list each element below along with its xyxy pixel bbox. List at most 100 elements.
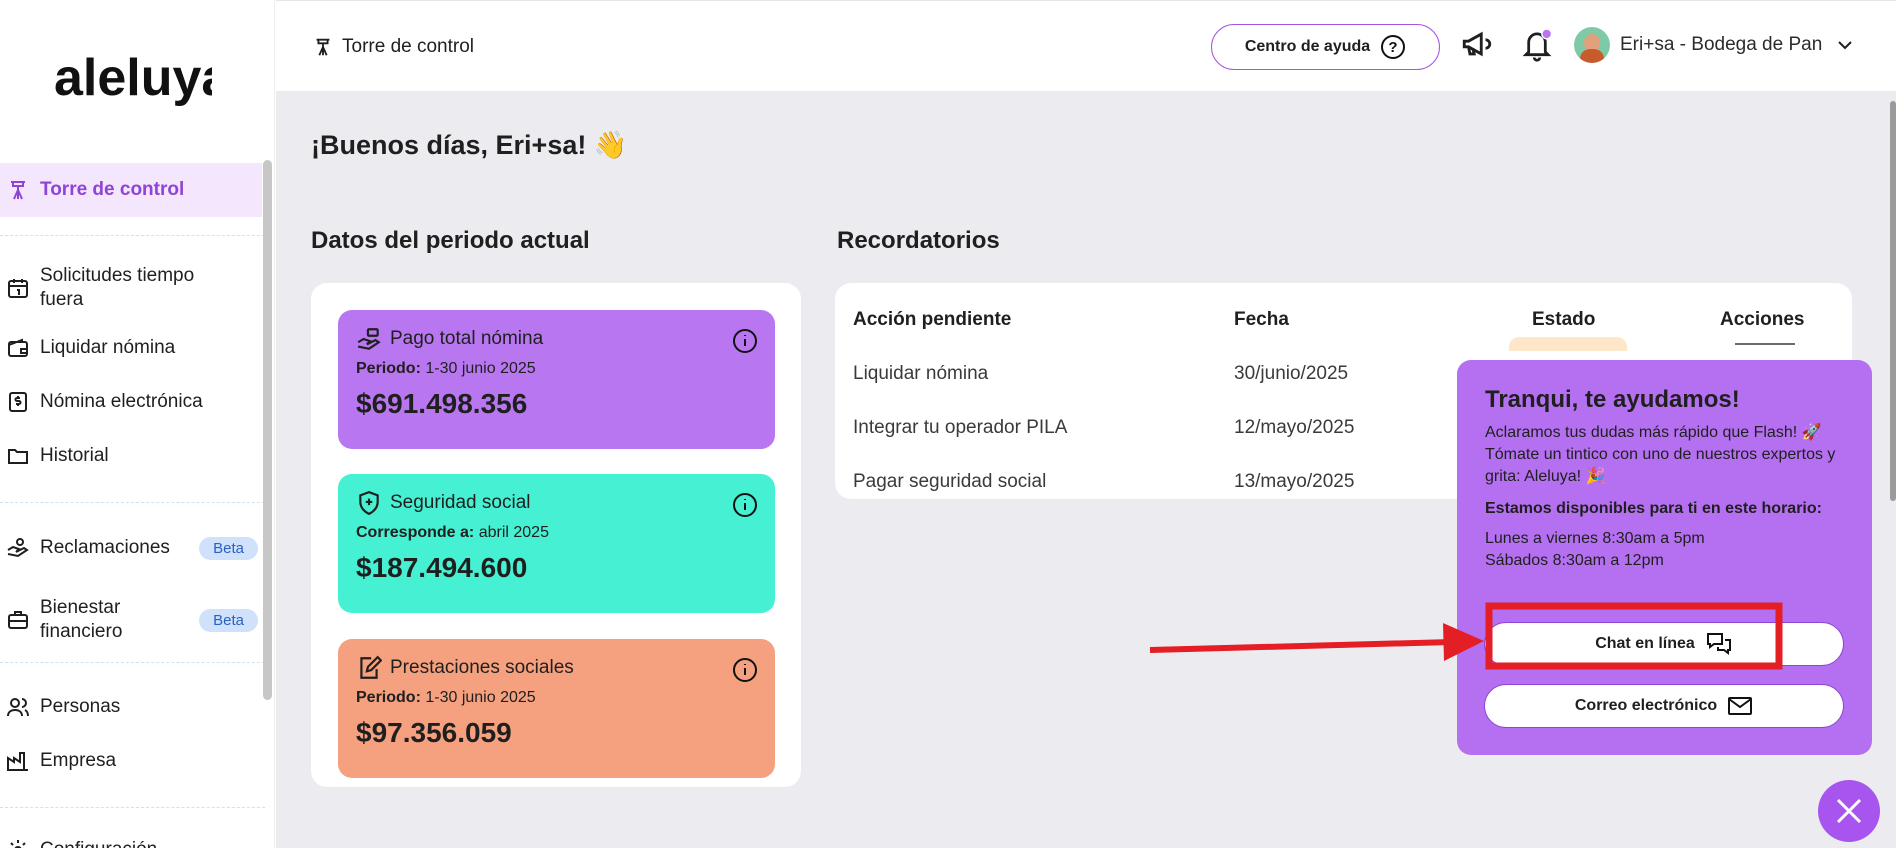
period-card: Pago total nómina Periodo: 1-30 junio 20… [311, 283, 801, 787]
kpi-sub-value: abril 2025 [478, 524, 549, 541]
popup-text: Tómate un tintico con uno de nuestros ex… [1485, 446, 1836, 485]
popup-schedule-title: Estamos disponibles para ti en este hora… [1485, 500, 1822, 517]
beta-badge: Beta [199, 536, 258, 560]
aleluya-logo[interactable]: aleluya [52, 40, 212, 120]
close-help-button[interactable] [1818, 780, 1880, 842]
hand-icon [7, 538, 29, 558]
shield-plus-icon [359, 491, 379, 516]
chat-online-button[interactable]: Chat en línea [1484, 622, 1844, 666]
kpi-title: Prestaciones sociales [390, 657, 574, 678]
help-popup: Tranqui, te ayudamos! Aclaramos tus duda… [1457, 360, 1872, 755]
popup-schedule-weekdays: Lunes a viernes 8:30am a 5pm [1485, 530, 1705, 547]
sidebar-item-liquidar-nomina[interactable]: Liquidar nómina [0, 336, 262, 360]
kpi-sub-label: Periodo: [356, 689, 421, 706]
sidebar-item-empresa[interactable]: Empresa [0, 749, 262, 773]
dollar-doc-icon [9, 392, 27, 412]
sidebar-item-solicitudes[interactable]: Solicitudes tiempo fuera [0, 264, 262, 312]
kpi-card-pago-nomina[interactable]: Pago total nómina Periodo: 1-30 junio 20… [338, 310, 775, 449]
chat-icon [1706, 633, 1731, 655]
sidebar-item-label: Torre de control [40, 179, 185, 200]
kpi-sub-label: Corresponde a: [356, 524, 475, 541]
table-cell-action: Integrar tu operador PILA [853, 417, 1068, 438]
question-icon: ? [1381, 35, 1406, 59]
row-actions-icon[interactable] [1735, 343, 1795, 349]
sidebar-item-nomina-electronica[interactable]: Nómina electrónica [0, 390, 262, 414]
column-header: Fecha [1234, 309, 1289, 330]
user-menu[interactable]: Eri+sa - Bodega de Pan [1574, 27, 1854, 63]
chat-button-label: Chat en línea [1595, 635, 1695, 652]
notifications-button[interactable] [1520, 27, 1554, 68]
chevron-down-icon [1838, 41, 1852, 50]
kpi-card-seguridad-social[interactable]: Seguridad social Corresponde a: abril 20… [338, 474, 775, 613]
sidebar-item-label: Nómina electrónica [40, 391, 203, 412]
calendar-icon [8, 279, 28, 298]
sidebar-item-label: Personas [40, 696, 121, 717]
svg-text:aleluya: aleluya [54, 49, 212, 107]
kpi-sub-value: 1-30 junio 2025 [425, 360, 536, 377]
kpi-sub-label: Periodo: [356, 360, 421, 377]
tower-icon [316, 38, 330, 56]
email-button[interactable]: Correo electrónico [1484, 684, 1844, 728]
breadcrumb-label: Torre de control [342, 36, 475, 57]
sidebar-item-configuracion[interactable]: Configuración [0, 838, 262, 848]
edit-doc-icon [360, 655, 382, 679]
folder-icon [8, 449, 28, 464]
sidebar-divider [0, 235, 265, 236]
period-section-title: Datos del periodo actual [311, 227, 590, 254]
briefcase-icon [8, 611, 28, 629]
kpi-value: $691.498.356 [356, 388, 528, 419]
close-icon [1836, 798, 1862, 824]
kpi-card-prestaciones[interactable]: Prestaciones sociales Periodo: 1-30 juni… [338, 639, 775, 778]
sidebar-item-personas[interactable]: Personas [0, 695, 262, 719]
sidebar-item-label: Liquidar nómina [40, 337, 176, 358]
tower-icon [11, 181, 25, 200]
status-badge [1509, 337, 1627, 351]
kpi-title: Seguridad social [390, 492, 531, 513]
info-icon[interactable] [732, 657, 758, 683]
column-header: Acción pendiente [853, 309, 1012, 330]
sidebar-item-label: Solicitudes tiempo fuera [40, 265, 195, 310]
info-icon[interactable] [732, 492, 758, 518]
breadcrumb[interactable]: Torre de control [312, 35, 474, 59]
bell-icon [1522, 28, 1553, 62]
sidebar-item-label: Historial [40, 445, 109, 466]
kpi-sub-value: 1-30 junio 2025 [425, 689, 536, 706]
column-header: Acciones [1720, 309, 1805, 330]
table-cell-date: 13/mayo/2025 [1234, 471, 1355, 492]
sidebar-scrollbar[interactable] [263, 160, 272, 700]
sidebar-item-reclamaciones[interactable]: Reclamaciones Beta [0, 536, 262, 560]
email-button-label: Correo electrónico [1574, 697, 1718, 714]
table-cell-date: 12/mayo/2025 [1234, 417, 1355, 438]
reminders-section-title: Recordatorios [837, 227, 1000, 254]
mail-icon [1728, 697, 1753, 715]
table-cell-action: Pagar seguridad social [853, 471, 1047, 492]
main-scrollbar[interactable] [1890, 101, 1896, 501]
wallet-icon [8, 338, 28, 357]
people-icon [7, 698, 29, 717]
popup-title: Tranqui, te ayudamos! [1485, 386, 1740, 413]
sidebar-item-label: Bienestar financiero [40, 597, 123, 642]
help-center-label: Centro de ayuda [1244, 38, 1371, 55]
popup-text: Aclaramos tus dudas más rápido que Flash… [1485, 424, 1822, 441]
help-center-button[interactable]: Centro de ayuda ? [1211, 24, 1440, 70]
info-icon[interactable] [732, 328, 758, 354]
sidebar-divider [0, 807, 265, 808]
kpi-value: $187.494.600 [356, 552, 528, 583]
sidebar-divider [0, 502, 265, 503]
sidebar-item-label: Empresa [40, 750, 117, 771]
sidebar-item-label: Configuración [40, 838, 157, 848]
hand-money-icon [357, 328, 381, 350]
sidebar-item-bienestar[interactable]: Bienestar financiero Beta [0, 596, 262, 644]
gear-icon [10, 840, 26, 848]
sidebar-divider [0, 662, 265, 663]
megaphone-icon[interactable] [1460, 27, 1494, 61]
sidebar-item-historial[interactable]: Historial [0, 444, 262, 468]
column-header: Estado [1532, 309, 1596, 330]
sidebar-item-torre-de-control[interactable]: Torre de control [0, 163, 262, 217]
kpi-value: $97.356.059 [356, 717, 512, 748]
table-cell-date: 30/junio/2025 [1234, 363, 1349, 384]
kpi-title: Pago total nómina [390, 328, 544, 349]
top-header: Torre de control Centro de ayuda ? Eri+s… [276, 0, 1896, 90]
sidebar-item-label: Reclamaciones [40, 537, 170, 558]
table-cell-action: Liquidar nómina [853, 363, 989, 384]
